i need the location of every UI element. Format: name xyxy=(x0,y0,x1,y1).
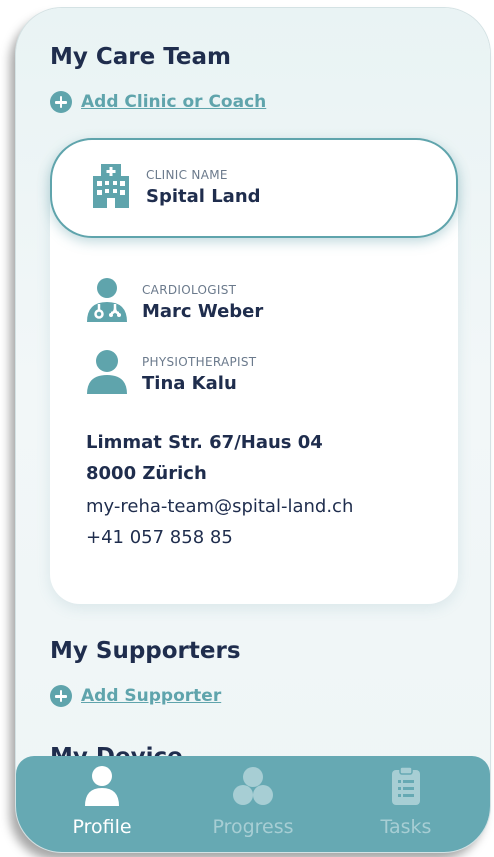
care-team-title: My Care Team xyxy=(50,44,231,70)
nav-profile[interactable]: Profile xyxy=(42,766,162,838)
nav-progress-label: Progress xyxy=(212,816,294,838)
clinic-name-label: CLINIC NAME xyxy=(146,168,228,182)
member-role: PHYSIOTHERAPIST xyxy=(142,354,257,369)
add-supporter-label: Add Supporter xyxy=(81,686,222,706)
add-clinic-link[interactable]: Add Clinic or Coach xyxy=(50,91,266,113)
care-member-cardiologist[interactable]: CARDIOLOGIST Marc Weber xyxy=(86,278,263,326)
supporters-title: My Supporters xyxy=(50,638,241,664)
member-role: CARDIOLOGIST xyxy=(142,282,237,297)
address-street: Limmat Str. 67/Haus 04 xyxy=(86,432,323,453)
hospital-icon xyxy=(92,162,130,212)
person-icon xyxy=(86,350,128,398)
add-supporter-link[interactable]: Add Supporter xyxy=(50,685,221,707)
care-member-physiotherapist[interactable]: PHYSIOTHERAPIST Tina Kalu xyxy=(86,350,256,398)
phone-screen: My Care Team Add Clinic or Coach CLINIC … xyxy=(16,8,490,852)
member-name: Marc Weber xyxy=(142,300,264,322)
contact-phone[interactable]: +41 057 858 85 xyxy=(86,527,233,548)
add-clinic-label: Add Clinic or Coach xyxy=(81,92,267,112)
clinic-name: Spital Land xyxy=(146,186,261,207)
plus-circle-icon xyxy=(50,685,72,707)
contact-email[interactable]: my-reha-team@spital-land.ch xyxy=(86,496,353,517)
nav-tasks-label: Tasks xyxy=(380,816,432,838)
address-city: 8000 Zürich xyxy=(86,463,207,484)
progress-icon xyxy=(233,766,273,810)
bottom-navigation: Profile Progress Tasks xyxy=(16,756,490,852)
plus-circle-icon xyxy=(50,91,72,113)
nav-progress[interactable]: Progress xyxy=(193,766,313,838)
nav-tasks[interactable]: Tasks xyxy=(346,766,466,838)
clinic-card[interactable]: CLINIC NAME Spital Land xyxy=(50,138,458,238)
nav-profile-label: Profile xyxy=(72,816,132,838)
tasks-icon xyxy=(391,766,421,810)
profile-icon xyxy=(84,766,120,810)
doctor-icon xyxy=(86,278,128,326)
member-name: Tina Kalu xyxy=(142,372,237,394)
